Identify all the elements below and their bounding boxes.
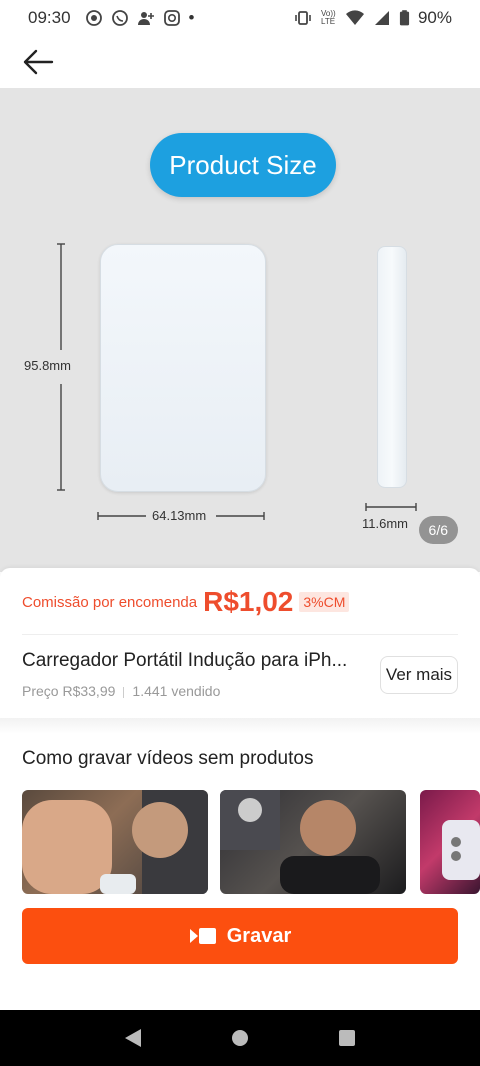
more-notifications-dot: •	[188, 8, 195, 27]
video-thumbnail-image	[220, 790, 380, 894]
video-thumbnail-image	[442, 820, 480, 880]
signal-icon	[374, 11, 389, 25]
back-button[interactable]	[18, 42, 58, 82]
commission-label: Comissão por encomenda	[22, 593, 198, 611]
system-icons: Vo)) LTE 90%	[293, 8, 452, 28]
image-page-counter: 6/6	[418, 516, 458, 544]
android-navigation-bar	[0, 1010, 480, 1066]
section-separator	[0, 718, 480, 734]
video-thumbnail[interactable]	[220, 790, 406, 894]
top-bar	[0, 36, 480, 88]
product-price: Preço R$33,99	[22, 683, 116, 699]
ver-mais-button[interactable]: Ver mais	[380, 656, 458, 694]
gravar-button[interactable]: Gravar	[22, 908, 458, 964]
product-size-pill: Product Size	[150, 133, 336, 197]
product-meta: Preço R$33,99 1.441 vendido	[22, 683, 220, 699]
width-dimension-label: 64.13mm	[152, 508, 207, 523]
add-contact-icon	[137, 12, 154, 25]
video-thumbnail[interactable]	[420, 790, 480, 894]
product-image-gallery[interactable]: Product Size 95.8mm 64.13mm 11.6mm 6/6	[0, 88, 480, 572]
video-thumbnail[interactable]	[22, 790, 208, 894]
triangle-back-icon	[125, 1029, 142, 1047]
status-bar: 09:30 • Vo)) LTE 90%	[0, 0, 480, 36]
nav-recents-button[interactable]	[327, 1018, 367, 1058]
battery-percent: 90%	[417, 8, 452, 27]
powerbank-front-image	[100, 244, 266, 492]
video-thumbnail-image	[22, 790, 208, 894]
whatsapp-icon	[111, 10, 128, 26]
meta-separator	[123, 686, 125, 698]
vibrate-icon	[295, 11, 311, 25]
powerbank-side-image	[377, 246, 407, 488]
depth-dimension-line	[365, 503, 417, 511]
notification-icons: •	[85, 8, 195, 28]
nav-back-button[interactable]	[113, 1018, 153, 1058]
lte-label: Vo)) LTE	[320, 9, 336, 26]
video-thumbnail-carousel[interactable]	[22, 790, 480, 894]
battery-icon	[399, 10, 410, 26]
product-info-card: Comissão por encomenda R$1,02 3%CM Carre…	[0, 568, 480, 718]
height-dimension-label: 95.8mm	[24, 358, 71, 373]
videos-section-title: Como gravar vídeos sem produtos	[22, 748, 314, 769]
gravar-label: Gravar	[226, 924, 292, 947]
commission-rate-badge: 3%CM	[299, 592, 350, 612]
square-recents-icon	[338, 1030, 355, 1046]
status-time: 09:30	[28, 8, 71, 27]
nav-home-button[interactable]	[220, 1018, 260, 1058]
divider	[22, 634, 458, 635]
wifi-icon	[345, 10, 364, 25]
video-camera-icon	[189, 928, 216, 944]
instagram-icon	[163, 10, 180, 26]
arrow-left-icon	[23, 49, 54, 75]
circle-home-icon	[231, 1030, 248, 1046]
depth-dimension-label: 11.6mm	[362, 516, 408, 531]
commission-value: R$1,02	[203, 586, 294, 617]
record-icon	[85, 10, 102, 26]
product-title[interactable]: Carregador Portátil Indução para iPh...	[22, 650, 368, 672]
commission-row: Comissão por encomenda R$1,02 3%CM	[22, 586, 350, 618]
product-sold-count: 1.441 vendido	[132, 683, 221, 699]
